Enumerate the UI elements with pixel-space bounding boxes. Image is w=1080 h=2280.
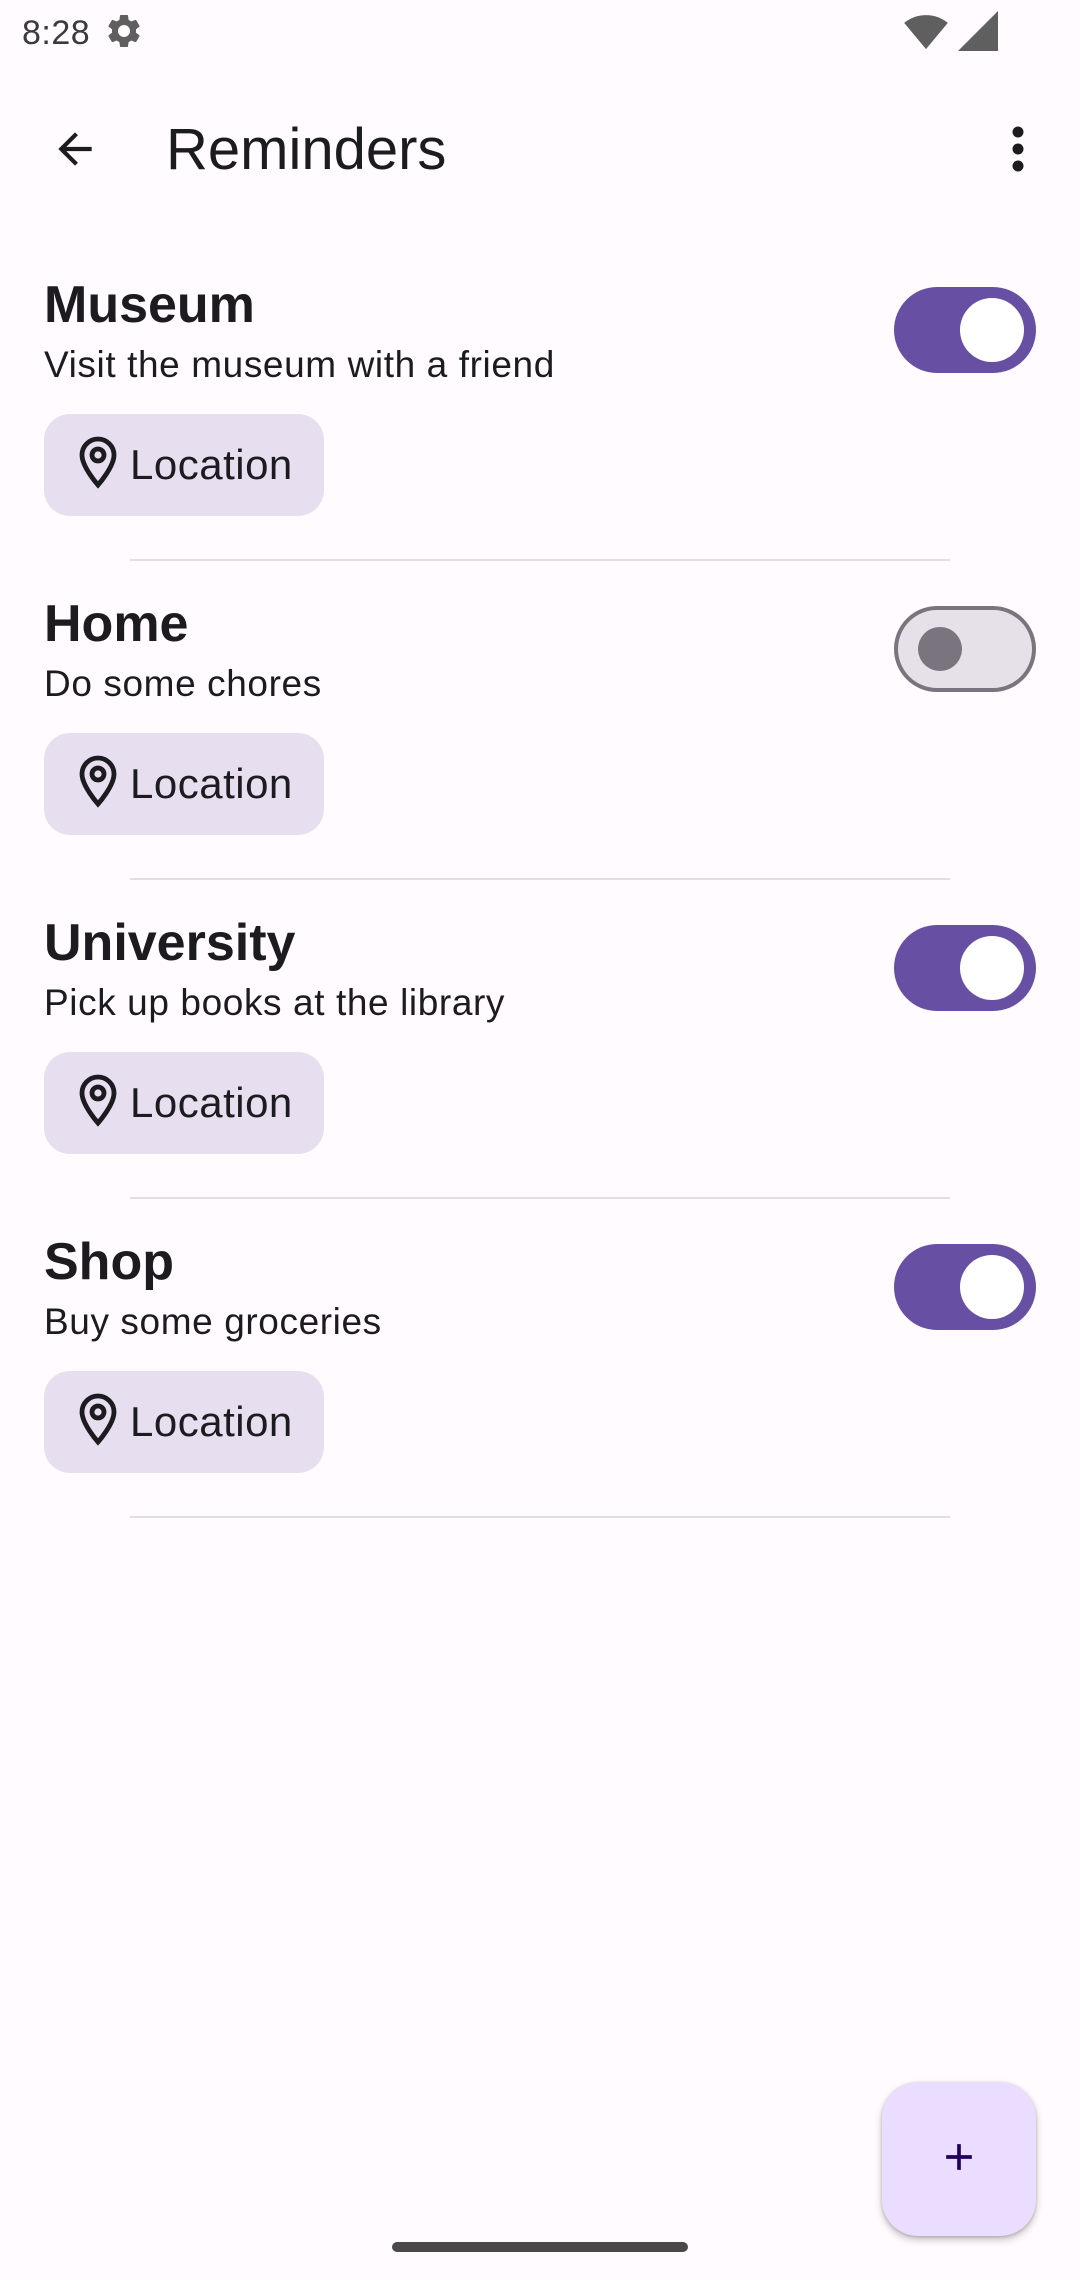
location-pin-icon [74,1392,122,1453]
status-bar: 8:28 [0,0,1080,66]
settings-gear-icon [104,11,144,56]
status-time: 8:28 [22,13,91,52]
toggle-knob [918,627,962,671]
reminder-title: Shop [44,1233,174,1291]
reminder-title: Home [44,595,189,653]
reminder-list: Museum Visit the museum with a friend Lo… [0,242,1080,1518]
reminder-item-shop[interactable]: Shop Buy some groceries Location [0,1199,1080,1518]
reminder-description: Buy some groceries [44,1301,382,1342]
more-options-button[interactable] [978,106,1058,196]
reminder-description: Pick up books at the library [44,982,506,1023]
location-chip[interactable]: Location [44,1371,324,1473]
reminder-title: Museum [44,276,255,334]
toggle-knob [960,298,1024,362]
reminder-description: Do some chores [44,663,322,704]
reminder-item-home[interactable]: Home Do some chores Location [0,561,1080,880]
toggle-knob [960,1255,1024,1319]
status-right [904,10,998,56]
reminder-item-university[interactable]: University Pick up books at the library … [0,880,1080,1199]
location-pin-icon [74,754,122,815]
chip-label: Location [130,441,293,488]
arrow-back-icon [50,124,100,179]
location-chip[interactable]: Location [44,733,324,835]
add-reminder-button[interactable] [882,2082,1036,2236]
more-vert-icon [1011,126,1025,177]
reminder-item-museum[interactable]: Museum Visit the museum with a friend Lo… [0,242,1080,561]
chip-label: Location [130,1079,293,1126]
location-pin-icon [74,1073,122,1134]
reminder-toggle[interactable] [894,287,1036,373]
plus-icon [937,2135,981,2184]
reminder-toggle[interactable] [894,1244,1036,1330]
reminder-title: University [44,914,296,972]
top-app-bar: Reminders [0,66,1080,242]
chip-label: Location [130,760,293,807]
reminder-toggle[interactable] [894,925,1036,1011]
signal-icon [958,10,998,56]
gesture-nav-handle[interactable] [392,2242,688,2252]
toggle-knob [960,936,1024,1000]
location-chip[interactable]: Location [44,1052,324,1154]
location-chip[interactable]: Location [44,414,324,516]
page-title: Reminders [166,117,447,182]
wifi-icon [904,11,948,56]
location-pin-icon [74,435,122,496]
divider [130,1516,950,1518]
reminder-toggle[interactable] [894,606,1036,692]
reminder-description: Visit the museum with a friend [44,344,555,385]
status-left: 8:28 [22,11,144,56]
chip-label: Location [130,1398,293,1445]
back-button[interactable] [30,106,120,196]
